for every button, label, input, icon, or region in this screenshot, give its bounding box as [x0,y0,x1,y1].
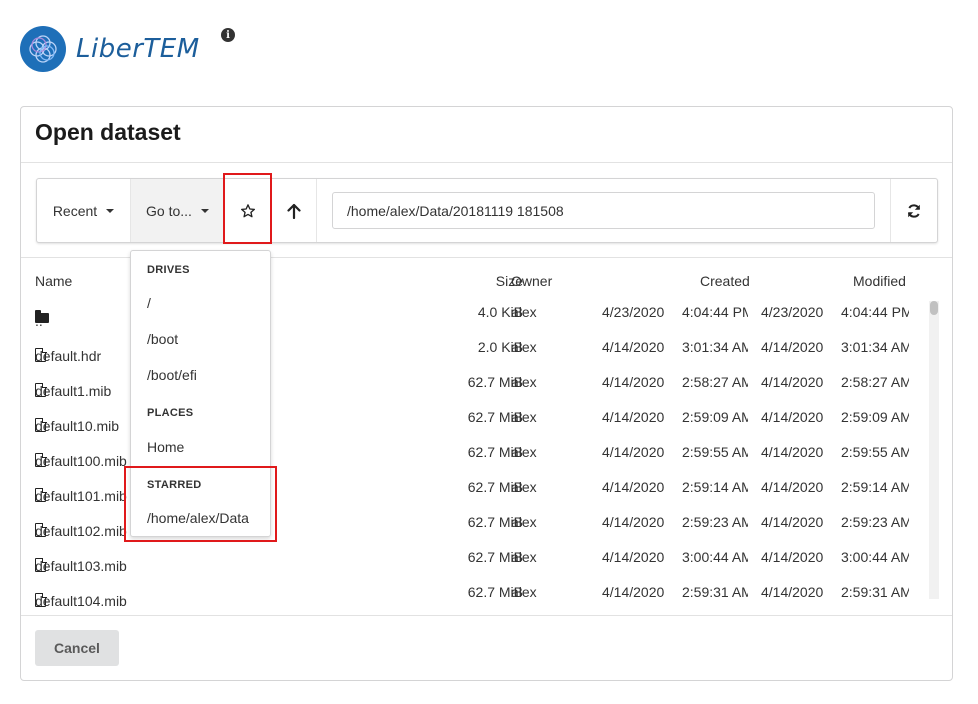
row-created-date: 4/14/2020 [602,549,665,565]
refresh-icon [908,203,920,218]
goto-label: Go to... [146,202,192,219]
scroll-thumb[interactable] [930,301,938,315]
row-owner: alex [511,339,537,355]
row-modified-date: 4/14/2020 [761,444,824,460]
header-modified[interactable]: Modified [853,273,906,289]
menu-header-starred: STARRED [147,479,202,491]
goto-menu: DRIVES / /boot /boot/efi PLACES Home STA… [130,250,271,537]
header-owner[interactable]: Owner [511,273,552,289]
caret-down-icon [200,208,209,213]
row-created-time: 3:00:44 AM [682,549,748,565]
row-owner: alex [511,584,537,600]
row-modified-date: 4/14/2020 [761,409,824,425]
row-modified-date: 4/14/2020 [761,514,824,530]
header-created[interactable]: Created [700,273,750,289]
arrow-up-icon [286,203,301,219]
row-modified-time: 2:59:14 AM [841,479,909,495]
star-button[interactable] [225,179,271,242]
info-icon[interactable]: i [221,28,235,42]
row-owner: alex [511,479,537,495]
table-scrollbar[interactable] [929,301,939,599]
row-modified-time: 4:04:44 PM [841,304,909,320]
row-name-text: default103.mib [35,558,127,574]
row-name-text: default10.mib [35,418,120,434]
row-created-date: 4/23/2020 [602,304,665,320]
row-name-text: default1.mib [35,383,112,399]
row-owner: alex [511,409,537,425]
star-icon [240,203,255,217]
table-row[interactable]: default103.mib 62.7 MiB alex 4/14/2020 3:00:… [35,540,930,575]
menu-item-place[interactable]: Home [147,439,184,455]
menu-item-drive[interactable]: /boot [147,331,178,347]
header-name[interactable]: Name [35,273,72,289]
row-name-text: .. [35,313,43,329]
row-owner: alex [511,304,537,320]
row-name-text: default.hdr [35,348,102,364]
path-input[interactable] [332,192,875,229]
row-name-text: default101.mib [35,488,127,504]
row-created-date: 4/14/2020 [602,444,665,460]
row-created-time: 2:59:55 AM [682,444,748,460]
recent-dropdown[interactable]: Recent [37,179,131,242]
row-modified-date: 4/14/2020 [761,339,824,355]
row-owner: alex [511,374,537,390]
row-created-time: 2:59:09 AM [682,409,748,425]
row-owner: alex [511,444,537,460]
browser-toolbar: Recent Go to... [36,178,938,243]
row-created-time: 2:59:14 AM [682,479,748,495]
row-modified-time: 2:59:55 AM [841,444,909,460]
menu-item-drive[interactable]: / [147,295,151,311]
row-modified-date: 4/14/2020 [761,549,824,565]
panel-title: Open dataset [21,107,952,163]
app-name: LiberTEM [76,34,200,64]
row-created-time: 4:04:44 PM [682,304,748,320]
goto-dropdown[interactable]: Go to... [131,179,225,242]
parent-dir-button[interactable] [271,179,317,242]
row-modified-date: 4/14/2020 [761,479,824,495]
row-modified-date: 4/14/2020 [761,374,824,390]
row-modified-time: 2:59:23 AM [841,514,909,530]
row-created-time: 3:01:34 AM [682,339,748,355]
menu-header-places: PLACES [147,407,194,419]
row-created-date: 4/14/2020 [602,339,665,355]
footer-divider [21,615,952,616]
row-modified-date: 4/23/2020 [761,304,824,320]
table-row[interactable]: default104.mib 62.7 MiB alex 4/14/2020 2:59:… [35,575,930,610]
app-logo: LiberTEM [20,26,200,72]
row-created-time: 2:59:31 AM [682,584,748,600]
row-name-text: default100.mib [35,453,127,469]
cancel-button[interactable]: Cancel [35,630,119,666]
recent-label: Recent [52,202,98,219]
row-owner: alex [511,514,537,530]
menu-header-drives: DRIVES [147,264,190,276]
row-modified-time: 2:58:27 AM [841,374,909,390]
path-field-container [317,179,891,242]
row-created-date: 4/14/2020 [602,409,665,425]
menu-item-starred[interactable]: /home/alex/Data [147,510,249,526]
row-name-text: default104.mib [35,593,127,609]
row-created-date: 4/14/2020 [602,374,665,390]
row-created-date: 4/14/2020 [602,479,665,495]
row-modified-time: 2:59:09 AM [841,409,909,425]
menu-item-drive[interactable]: /boot/efi [147,367,197,383]
row-modified-time: 3:01:34 AM [841,339,909,355]
caret-down-icon [106,208,115,213]
libertem-logo-icon [20,26,66,72]
row-created-time: 2:59:23 AM [682,514,748,530]
row-created-time: 2:58:27 AM [682,374,748,390]
row-modified-date: 4/14/2020 [761,584,824,600]
row-created-date: 4/14/2020 [602,514,665,530]
row-created-date: 4/14/2020 [602,584,665,600]
row-modified-time: 2:59:31 AM [841,584,909,600]
row-modified-time: 3:00:44 AM [841,549,909,565]
row-owner: alex [511,549,537,565]
row-name-text: default102.mib [35,523,127,539]
refresh-button[interactable] [891,179,937,242]
